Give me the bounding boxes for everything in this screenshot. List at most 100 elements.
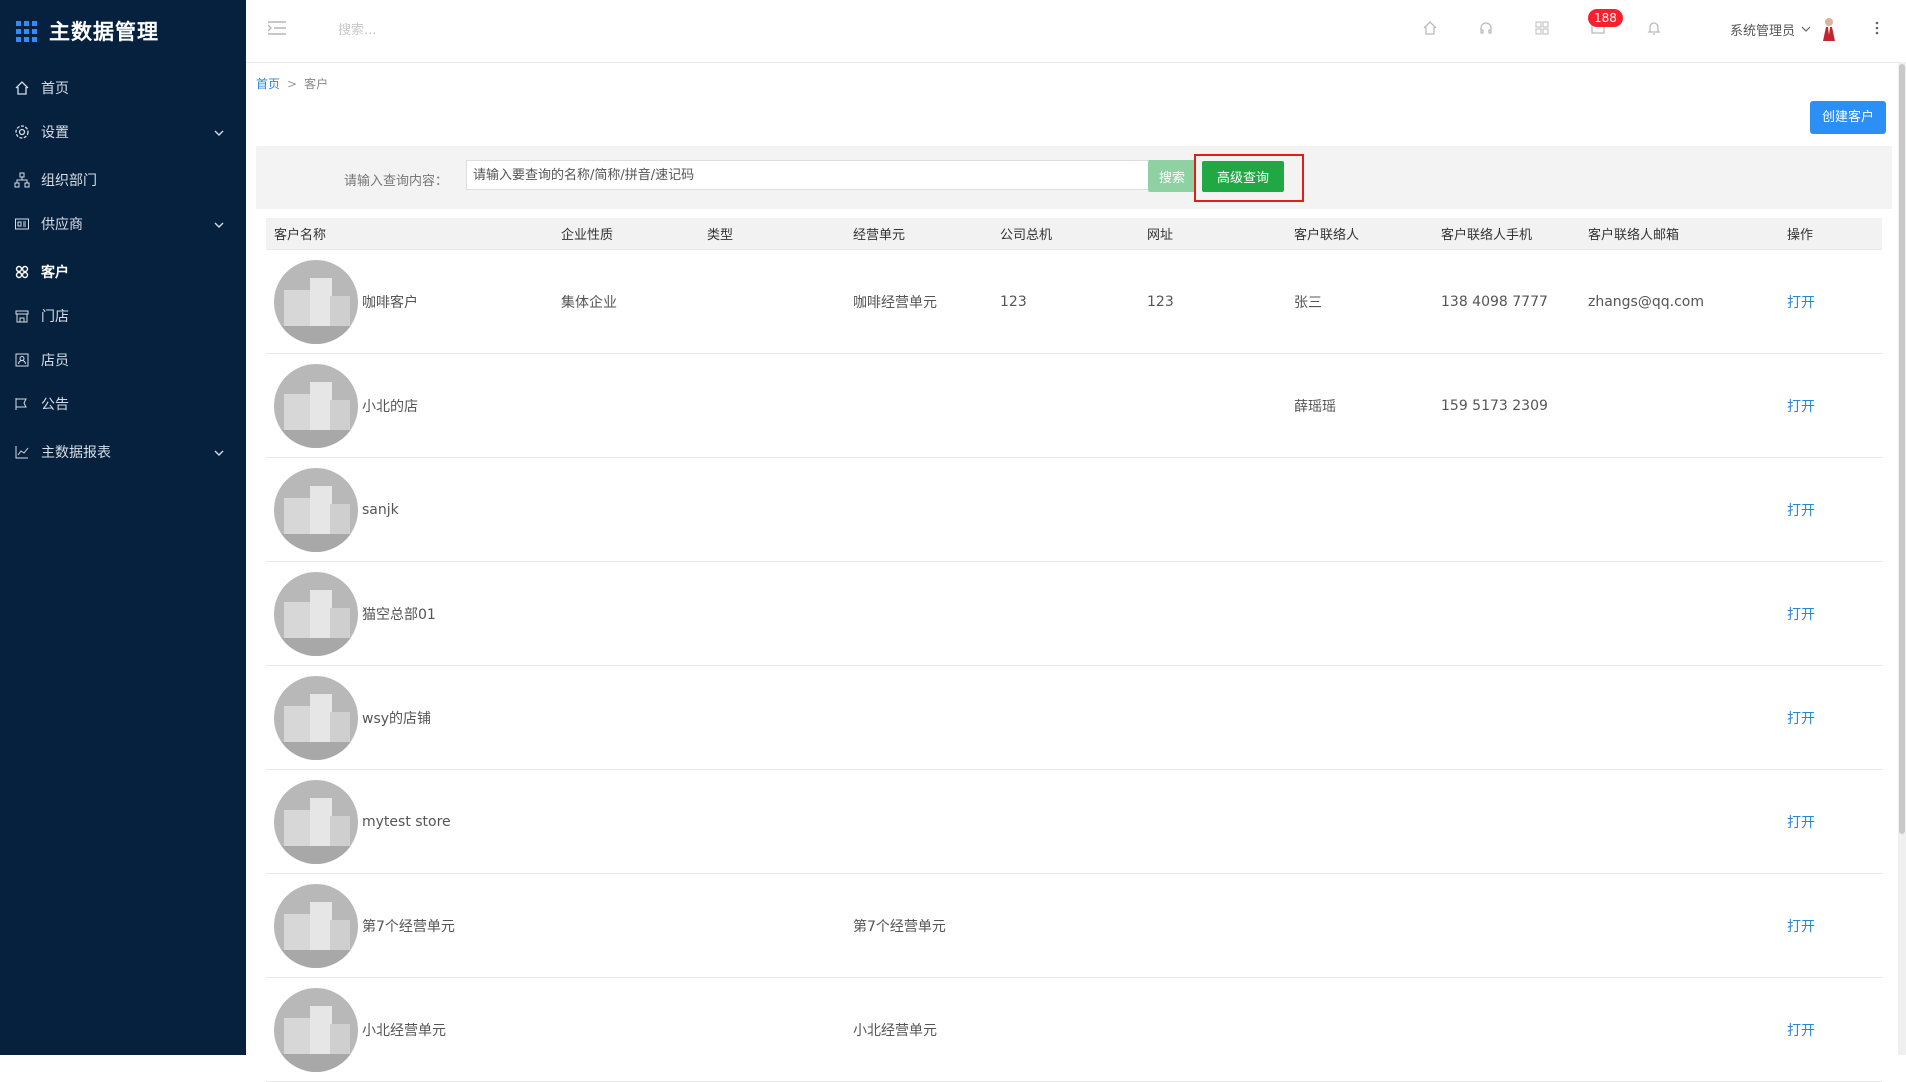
customer-avatar bbox=[274, 363, 358, 448]
open-link[interactable]: 打开 bbox=[1787, 503, 1815, 519]
cell-customer-name: 咖啡客户 bbox=[266, 259, 561, 344]
cell-customer-name: 第7个经营单元 bbox=[266, 883, 561, 968]
column-header: 操作 bbox=[1787, 228, 1814, 243]
breadcrumb: 首页 > 客户 bbox=[256, 75, 328, 92]
open-link[interactable]: 打开 bbox=[1787, 399, 1815, 415]
search-input[interactable] bbox=[466, 160, 1164, 190]
cell-action: 打开 bbox=[1787, 292, 1882, 312]
top-header: 188 系统管理员 bbox=[246, 0, 1906, 63]
sidebar-item-label: 供应商 bbox=[41, 217, 83, 233]
user-menu[interactable]: 系统管理员 bbox=[1730, 20, 1811, 39]
menu-toggle-icon[interactable] bbox=[267, 20, 286, 39]
customer-name: sanjk bbox=[362, 501, 399, 518]
open-link[interactable]: 打开 bbox=[1787, 1023, 1815, 1039]
table-row: wsy的店铺 打开 bbox=[266, 666, 1882, 770]
cell-unit: 咖啡经营单元 bbox=[853, 294, 937, 311]
store-icon bbox=[14, 308, 30, 324]
cell-phone: 123 bbox=[1000, 293, 1027, 310]
sidebar-item-label: 首页 bbox=[41, 81, 69, 97]
cell-unit: 第7个经营单元 bbox=[853, 918, 946, 935]
top-search-input[interactable] bbox=[336, 22, 540, 39]
customer-avatar bbox=[274, 779, 358, 864]
chevron-down-icon bbox=[1801, 22, 1811, 37]
open-link[interactable]: 打开 bbox=[1787, 295, 1815, 311]
column-header: 公司总机 bbox=[1000, 228, 1053, 243]
cell-action: 打开 bbox=[1787, 500, 1882, 520]
user-avatar[interactable] bbox=[1820, 16, 1838, 46]
column-header: 客户联络人手机 bbox=[1441, 228, 1533, 243]
table-row: 咖啡客户 集体企业 咖啡经营单元 123 123 张三 138 4098 7777 zhang… bbox=[266, 250, 1882, 354]
notice-icon bbox=[14, 396, 30, 412]
user-name: 系统管理员 bbox=[1730, 24, 1796, 39]
table-body: 咖啡客户 集体企业 咖啡经营单元 123 123 张三 138 4098 7777 zhang… bbox=[266, 250, 1882, 1082]
advanced-search-button[interactable]: 高级查询 bbox=[1202, 161, 1284, 192]
cell-action: 打开 bbox=[1787, 1020, 1882, 1040]
table-row: mytest store 打开 bbox=[266, 770, 1882, 874]
app-title: 主数据管理 bbox=[49, 20, 159, 44]
sidebar-item-3[interactable]: 供应商 bbox=[0, 202, 246, 246]
customer-avatar bbox=[274, 571, 358, 656]
sidebar-item-6[interactable]: 店员 bbox=[0, 338, 246, 382]
chevron-down-icon bbox=[214, 217, 224, 233]
notification-badge: 188 bbox=[1588, 9, 1623, 27]
cell-customer-name: 猫空总部01 bbox=[266, 571, 561, 656]
column-header: 客户联络人邮箱 bbox=[1588, 228, 1680, 243]
headset-icon[interactable] bbox=[1478, 20, 1494, 40]
sidebar-item-label: 门店 bbox=[41, 309, 69, 325]
cell-mobile: 159 5173 2309 bbox=[1441, 397, 1548, 414]
cell-action: 打开 bbox=[1787, 812, 1882, 832]
column-header: 客户联络人 bbox=[1294, 228, 1360, 243]
open-link[interactable]: 打开 bbox=[1787, 711, 1815, 727]
bell-icon[interactable] bbox=[1646, 20, 1662, 40]
cell-customer-name: sanjk bbox=[266, 467, 561, 552]
create-customer-button[interactable]: 创建客户 bbox=[1809, 101, 1886, 134]
table-row: 小北经营单元 小北经营单元 打开 bbox=[266, 978, 1882, 1082]
open-link[interactable]: 打开 bbox=[1787, 919, 1815, 935]
sidebar-item-label: 店员 bbox=[41, 353, 69, 369]
column-header: 客户名称 bbox=[274, 228, 327, 243]
open-link[interactable]: 打开 bbox=[1787, 815, 1815, 831]
sidebar-item-2[interactable]: 组织部门 bbox=[0, 158, 246, 202]
customer-name: wsy的店铺 bbox=[362, 710, 432, 727]
home-icon[interactable] bbox=[1422, 20, 1438, 40]
customer-table: 客户名称 企业性质 类型 经营单元 公司总机 网址 客户联络人 客户联络人手机 客户联络人邮箱 操… bbox=[266, 218, 1882, 1082]
scrollbar-thumb[interactable] bbox=[1899, 64, 1905, 834]
staff-icon bbox=[14, 352, 30, 368]
sidebar-item-label: 设置 bbox=[41, 125, 69, 141]
customer-name: 小北的店 bbox=[362, 398, 418, 415]
supplier-icon bbox=[14, 216, 30, 232]
cell-customer-name: mytest store bbox=[266, 779, 561, 864]
sidebar-item-0[interactable]: 首页 bbox=[0, 66, 246, 110]
cell-nature: 集体企业 bbox=[561, 294, 617, 311]
apps-grid-icon[interactable] bbox=[1534, 20, 1550, 40]
cell-customer-name: wsy的店铺 bbox=[266, 675, 561, 760]
search-button[interactable]: 搜索 bbox=[1148, 160, 1196, 192]
customer-avatar bbox=[274, 259, 358, 344]
customer-name: 小北经营单元 bbox=[362, 1022, 446, 1039]
chevron-down-icon bbox=[214, 445, 224, 461]
home-icon bbox=[14, 80, 30, 96]
sidebar-item-8[interactable]: 主数据报表 bbox=[0, 430, 246, 474]
cell-action: 打开 bbox=[1787, 916, 1882, 936]
sidebar-item-label: 客户 bbox=[41, 265, 69, 281]
more-vertical-icon[interactable] bbox=[1874, 20, 1880, 40]
customer-name: 咖啡客户 bbox=[362, 294, 418, 311]
grid-logo-icon bbox=[16, 20, 37, 42]
column-header: 经营单元 bbox=[853, 228, 906, 243]
sidebar-item-7[interactable]: 公告 bbox=[0, 382, 246, 426]
cell-contact: 薛瑶瑶 bbox=[1294, 398, 1336, 415]
open-link[interactable]: 打开 bbox=[1787, 607, 1815, 623]
customer-name: 猫空总部01 bbox=[362, 606, 436, 623]
sidebar-item-label: 组织部门 bbox=[41, 173, 97, 189]
sidebar-item-label: 主数据报表 bbox=[41, 445, 111, 461]
cell-unit: 小北经营单元 bbox=[853, 1022, 937, 1039]
search-panel: 请输入查询内容： 搜索 高级查询 bbox=[256, 146, 1892, 209]
breadcrumb-home-link[interactable]: 首页 bbox=[256, 77, 280, 91]
column-header: 网址 bbox=[1147, 228, 1174, 243]
cell-site: 123 bbox=[1147, 293, 1174, 310]
breadcrumb-current: 客户 bbox=[304, 77, 329, 91]
logo: 主数据管理 bbox=[0, 0, 246, 62]
sidebar-item-4[interactable]: 客户 bbox=[0, 250, 246, 294]
sidebar-item-1[interactable]: 设置 bbox=[0, 110, 246, 154]
sidebar-item-5[interactable]: 门店 bbox=[0, 294, 246, 338]
